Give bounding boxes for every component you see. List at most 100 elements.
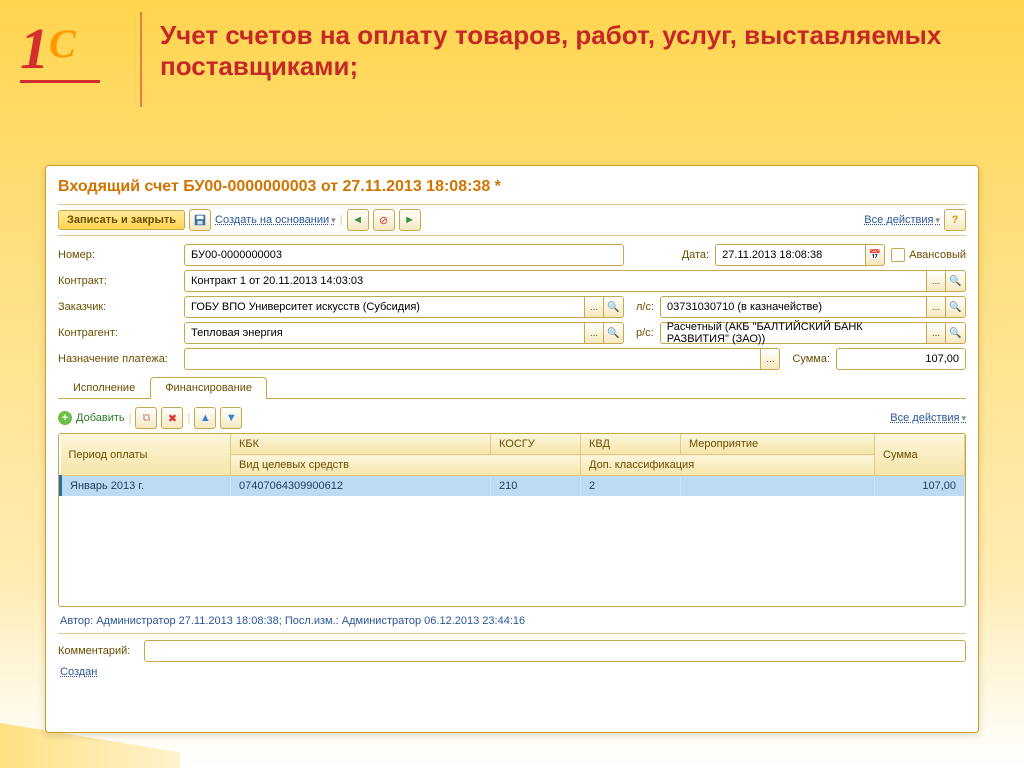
magnifier-icon: 🔍 xyxy=(607,302,619,313)
contract-field-group: Контракт 1 от 20.11.2013 14:03:03 ... 🔍 xyxy=(184,270,966,292)
col-target-funds[interactable]: Вид целевых средств xyxy=(231,455,581,476)
date-field-group: 27.11.2013 18:08:38 📅 xyxy=(715,244,885,266)
nav-next-button[interactable]: ► xyxy=(399,209,421,231)
counterparty-field[interactable]: Тепловая энергия xyxy=(184,322,584,344)
magnifier-icon: 🔍 xyxy=(607,328,619,339)
col-kosgu[interactable]: КОСГУ xyxy=(491,434,581,455)
cell-sum[interactable]: 107,00 xyxy=(875,476,965,497)
open-button[interactable]: 🔍 xyxy=(946,296,966,318)
select-button[interactable]: ... xyxy=(584,296,604,318)
ls-field[interactable]: 03731030710 (в казначействе) xyxy=(660,296,926,318)
counterparty-field-group: Тепловая энергия ... 🔍 xyxy=(184,322,624,344)
add-row-button[interactable]: + Добавить xyxy=(58,411,125,425)
advance-label: Авансовый xyxy=(909,249,966,261)
cell-kbk[interactable]: 07407064309900612 xyxy=(231,476,491,497)
contract-label: Контракт: xyxy=(58,275,178,287)
logo-1c: 1С xyxy=(20,20,110,80)
delete-row-button[interactable]: ✖ xyxy=(161,407,183,429)
arrow-left-icon: ◄ xyxy=(352,214,363,226)
magnifier-icon: 🔍 xyxy=(949,328,961,339)
rs-label: р/с: xyxy=(636,327,654,339)
cell-event[interactable] xyxy=(681,476,875,497)
purpose-field[interactable] xyxy=(184,348,760,370)
all-actions-dropdown[interactable]: Все действия xyxy=(864,214,940,226)
save-close-button[interactable]: Записать и закрыть xyxy=(58,210,185,230)
advance-checkbox[interactable]: Авансовый xyxy=(891,248,966,262)
cell-kvd[interactable]: 2 xyxy=(581,476,681,497)
table-fill xyxy=(61,496,965,606)
date-label: Дата: xyxy=(682,249,709,261)
help-icon: ? xyxy=(952,214,959,226)
status-line: Автор: Администратор 27.11.2013 18:08:38… xyxy=(58,607,966,634)
open-button[interactable]: 🔍 xyxy=(946,322,966,344)
move-up-button[interactable]: ▲ xyxy=(194,407,216,429)
open-button[interactable]: 🔍 xyxy=(604,296,624,318)
cross-icon: ✖ xyxy=(168,412,177,425)
slide-title: Учет счетов на оплату товаров, работ, ус… xyxy=(160,20,984,82)
tabs: Исполнение Финансирование xyxy=(58,376,966,399)
col-period[interactable]: Период оплаты xyxy=(61,434,231,476)
main-toolbar: Записать и закрыть Создать на основании … xyxy=(58,204,966,236)
select-button[interactable]: ... xyxy=(584,322,604,344)
open-button[interactable]: 🔍 xyxy=(604,322,624,344)
help-button[interactable]: ? xyxy=(944,209,966,231)
plus-icon: + xyxy=(58,411,72,425)
move-down-button[interactable]: ▼ xyxy=(220,407,242,429)
select-button[interactable]: ... xyxy=(926,322,946,344)
calendar-button[interactable]: 📅 xyxy=(865,244,885,266)
nav-prev-button[interactable]: ◄ xyxy=(347,209,369,231)
col-sum[interactable]: Сумма xyxy=(875,434,965,476)
table-row[interactable]: Январь 2013 г. 07407064309900612 210 2 1… xyxy=(61,476,965,497)
financing-table-wrap: Период оплаты КБК КОСГУ КВД Мероприятие … xyxy=(58,433,966,607)
customer-field[interactable]: ГОБУ ВПО Университет искусств (Субсидия) xyxy=(184,296,584,318)
table-all-actions-dropdown[interactable]: Все действия xyxy=(890,412,966,424)
customer-field-group: ГОБУ ВПО Университет искусств (Субсидия)… xyxy=(184,296,624,318)
table-toolbar: + Добавить | ⧉ ✖ | ▲ ▼ Все действия xyxy=(58,403,966,433)
nav-stop-button[interactable]: ⊘ xyxy=(373,209,395,231)
tab-financing[interactable]: Финансирование xyxy=(150,377,267,399)
open-button[interactable]: 🔍 xyxy=(946,270,966,292)
arrow-down-icon: ▼ xyxy=(226,412,237,424)
purpose-label: Назначение платежа: xyxy=(58,353,178,365)
form-area: Номер: БУ00-0000000003 Дата: 27.11.2013 … xyxy=(58,244,966,370)
comment-row: Комментарий: xyxy=(58,640,966,662)
col-kvd[interactable]: КВД xyxy=(581,434,681,455)
select-button[interactable]: ... xyxy=(926,270,946,292)
disk-icon xyxy=(193,213,207,227)
purpose-field-group: ... xyxy=(184,348,780,370)
comment-field[interactable] xyxy=(144,640,966,662)
checkbox-box xyxy=(891,248,905,262)
col-event[interactable]: Мероприятие xyxy=(681,434,875,455)
copy-row-button[interactable]: ⧉ xyxy=(135,407,157,429)
rs-field[interactable]: Расчетный (АКБ "БАЛТИЙСКИЙ БАНК РАЗВИТИЯ… xyxy=(660,322,926,344)
save-button[interactable] xyxy=(189,209,211,231)
counterparty-label: Контрагент: xyxy=(58,327,178,339)
cell-period[interactable]: Январь 2013 г. xyxy=(61,476,231,497)
create-based-dropdown[interactable]: Создать на основании xyxy=(215,214,336,226)
calendar-icon: 📅 xyxy=(869,250,881,261)
customer-label: Заказчик: xyxy=(58,301,178,313)
cell-kosgu[interactable]: 210 xyxy=(491,476,581,497)
rs-field-group: Расчетный (АКБ "БАЛТИЙСКИЙ БАНК РАЗВИТИЯ… xyxy=(660,322,966,344)
copy-icon: ⧉ xyxy=(143,412,151,425)
number-field[interactable]: БУ00-0000000003 xyxy=(184,244,624,266)
financing-table[interactable]: Период оплаты КБК КОСГУ КВД Мероприятие … xyxy=(59,434,965,606)
ls-label: л/с: xyxy=(636,301,654,313)
col-kbk[interactable]: КБК xyxy=(231,434,491,455)
title-divider xyxy=(140,12,142,107)
magnifier-icon: 🔍 xyxy=(949,276,961,287)
date-field[interactable]: 27.11.2013 18:08:38 xyxy=(715,244,865,266)
select-button[interactable]: ... xyxy=(760,348,780,370)
ls-field-group: 03731030710 (в казначействе) ... 🔍 xyxy=(660,296,966,318)
select-button[interactable]: ... xyxy=(926,296,946,318)
sum-field[interactable]: 107,00 xyxy=(836,348,966,370)
contract-field[interactable]: Контракт 1 от 20.11.2013 14:03:03 xyxy=(184,270,926,292)
magnifier-icon: 🔍 xyxy=(949,302,961,313)
tab-execution[interactable]: Исполнение xyxy=(58,377,150,399)
stop-icon: ⊘ xyxy=(379,214,388,227)
arrow-right-icon: ► xyxy=(404,214,415,226)
created-link[interactable]: Создан xyxy=(58,662,99,682)
sum-label: Сумма: xyxy=(792,353,830,365)
col-add-class[interactable]: Доп. классификация xyxy=(581,455,875,476)
number-label: Номер: xyxy=(58,249,178,261)
